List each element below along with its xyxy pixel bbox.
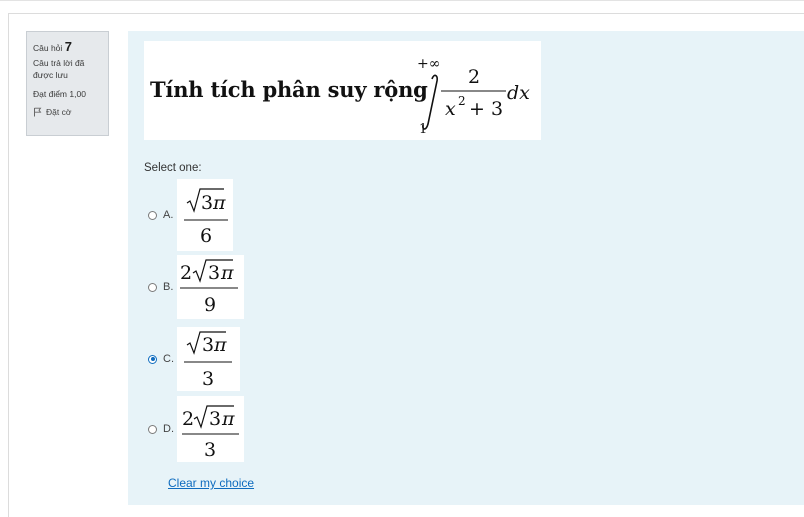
option-b-coefficient: 2	[180, 262, 192, 284]
option-d-radio[interactable]	[148, 424, 157, 434]
denominator-exponent: 2	[458, 94, 466, 108]
option-a-pi: π	[212, 192, 226, 214]
option-a-denominator: 6	[200, 225, 212, 247]
question-image: Tính tích phân suy rộng +∞ 1 2 x 2 + 3 d…	[144, 41, 541, 140]
flag-label: Đặt cờ	[46, 107, 72, 117]
select-one-prompt: Select one:	[144, 162, 202, 174]
option-c-letter: C.	[163, 353, 174, 365]
integrand-numerator: 2	[468, 66, 480, 88]
option-d-coefficient: 2	[182, 408, 194, 430]
option-c-formula: 3 π 3	[177, 327, 240, 391]
flag-icon	[33, 107, 42, 117]
option-b[interactable]: B. 2 3 π 9	[148, 255, 244, 319]
question-grade: Đạt điểm 1,00	[33, 89, 86, 99]
option-c-denominator: 3	[202, 368, 214, 390]
integral-upper-limit: +∞	[417, 56, 440, 72]
option-d[interactable]: D. 2 3 π 3	[148, 396, 244, 462]
question-content: Tính tích phân suy rộng +∞ 1 2 x 2 + 3 d…	[128, 31, 804, 505]
option-c-radio[interactable]	[148, 354, 157, 364]
option-b-denominator: 9	[204, 294, 216, 316]
option-b-letter: B.	[163, 281, 174, 293]
differential: dx	[507, 82, 530, 104]
integral-formula: +∞ 1 2 x 2 + 3 dx	[417, 56, 530, 137]
option-d-letter: D.	[163, 423, 174, 435]
denominator-rest: + 3	[469, 98, 503, 120]
question-number: 7	[64, 39, 72, 54]
option-d-radicand: 3	[209, 408, 221, 430]
option-b-formula: 2 3 π 9	[177, 255, 244, 319]
question-number-line: Câu hỏi 7	[33, 39, 102, 54]
option-b-pi: π	[220, 262, 234, 284]
option-c-radicand: 3	[202, 334, 214, 356]
option-a-radio[interactable]	[148, 210, 157, 220]
question-prefix: Câu hỏi	[33, 43, 63, 53]
flag-question-toggle[interactable]: Đặt cờ	[33, 107, 102, 117]
top-divider	[0, 0, 804, 1]
answer-state: Câu trả lời đã được lưu	[33, 58, 85, 80]
question-info-box: Câu hỏi 7 Câu trả lời đã được lưu Đạt đi…	[26, 31, 109, 136]
option-b-radicand: 3	[208, 262, 220, 284]
option-a-letter: A.	[163, 209, 174, 221]
option-c[interactable]: C. 3 π 3	[148, 327, 240, 391]
option-a-formula: 3 π 6	[177, 179, 233, 251]
option-d-denominator: 3	[204, 439, 216, 461]
integral-sign	[422, 74, 438, 130]
denominator-base: x	[445, 98, 456, 120]
clear-my-choice-link[interactable]: Clear my choice	[168, 476, 254, 490]
integral-lower-limit: 1	[419, 122, 427, 137]
option-b-radio[interactable]	[148, 282, 157, 292]
option-d-pi: π	[221, 408, 235, 430]
option-a[interactable]: A. 3 π 6	[148, 179, 233, 251]
option-c-pi: π	[213, 334, 227, 356]
option-a-radicand: 3	[201, 192, 213, 214]
option-d-formula: 2 3 π 3	[177, 396, 244, 462]
